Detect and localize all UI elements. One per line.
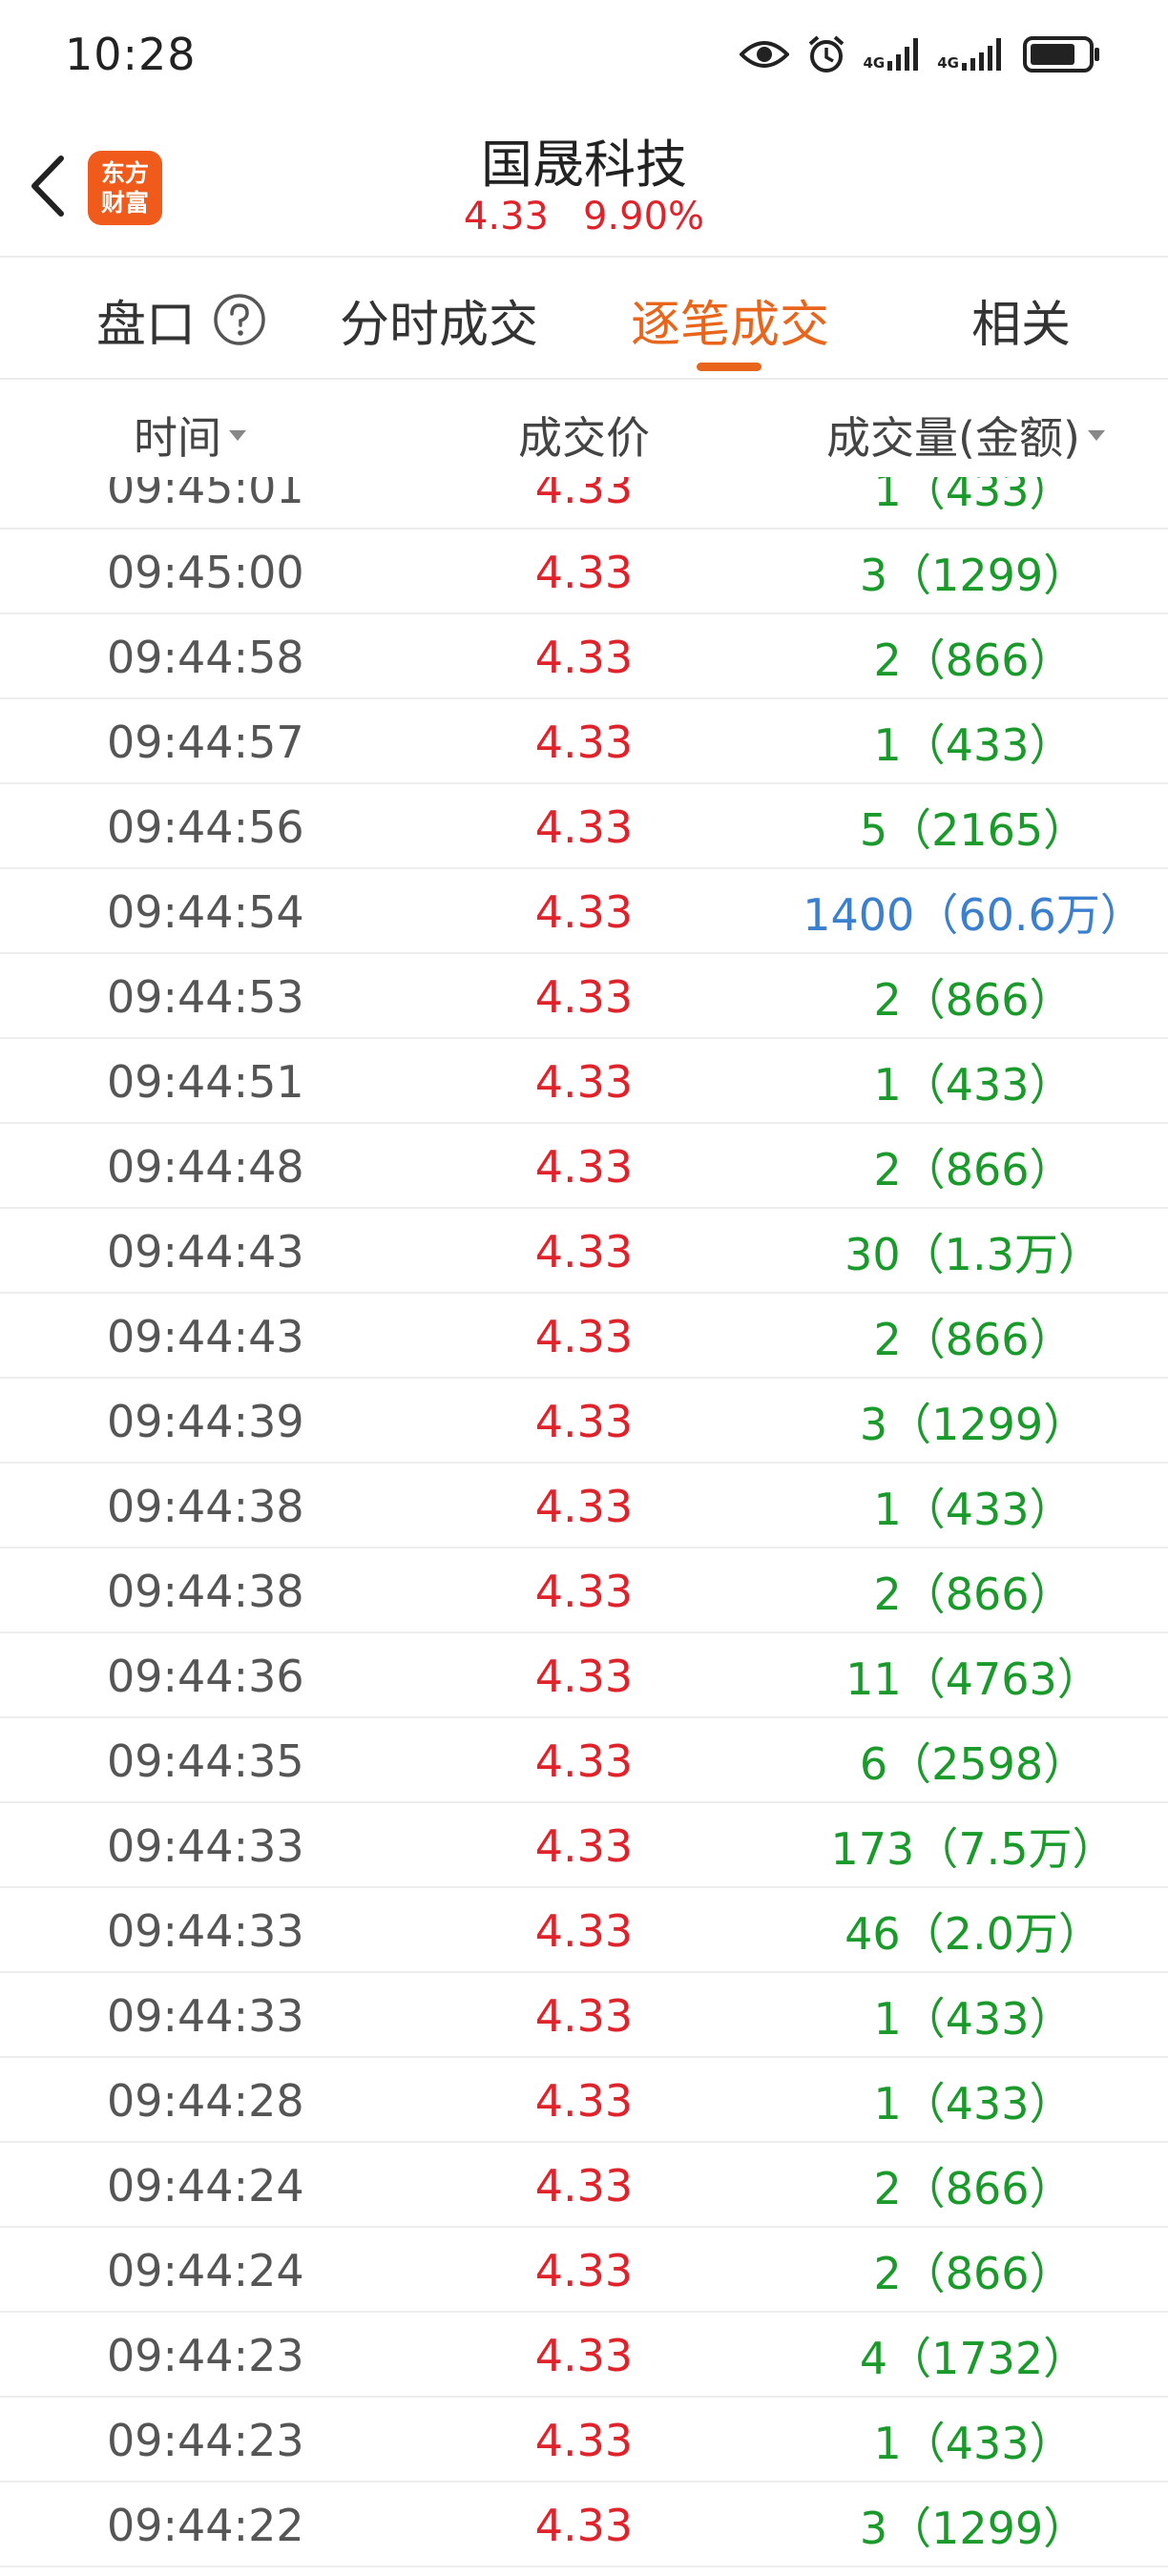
table-row: 09:44:28 4.33 1（433）: [0, 2058, 1168, 2143]
quote: 4.33 9.90%: [0, 195, 1168, 239]
status-icons: 4G 4G: [739, 32, 1102, 76]
network-type-label: 4G: [863, 54, 886, 72]
trade-volume: 1（433）: [873, 2417, 1074, 2469]
trade-volume: 30（1.3万）: [845, 1228, 1102, 1280]
table-row: 09:44:54 4.33 1400（60.6万）: [0, 869, 1168, 954]
table-row: 09:44:39 4.33 3（1299）: [0, 1379, 1168, 1464]
table-row: 09:44:24 4.33 2（866）: [0, 2143, 1168, 2228]
table-row: 09:44:53 4.33 2（866）: [0, 954, 1168, 1039]
sort-down-icon: [1087, 429, 1105, 441]
top-bar: 东方 财富 国晟科技 4.33 9.90%: [0, 105, 1168, 258]
trade-volume: 11（4763）: [845, 1652, 1101, 1705]
active-tab-indicator: [697, 363, 761, 371]
signal-1: 4G: [864, 38, 921, 71]
tab-label: 逐笔成交: [630, 296, 829, 354]
trade-volume: 1（433）: [873, 1483, 1074, 1535]
trade-volume: 2（866）: [873, 634, 1074, 686]
trade-volume: 2（866）: [873, 1568, 1074, 1620]
trade-volume: 2（866）: [873, 2247, 1074, 2299]
tab-label: 盘口: [95, 296, 196, 354]
tab-related[interactable]: 相关: [916, 260, 1126, 380]
network-type-label: 4G: [937, 54, 959, 72]
trade-volume: 3（1299）: [859, 1398, 1088, 1450]
table-row: 09:44:38 4.33 2（866）: [0, 1548, 1168, 1633]
tab-label: 相关: [970, 296, 1071, 354]
trade-volume: 5（2165）: [859, 803, 1088, 856]
trade-volume: 6（2598）: [859, 1737, 1088, 1790]
table-row: 09:44:22 4.33 3（1299）: [0, 2483, 1168, 2567]
trade-volume: 2（866）: [873, 973, 1074, 1026]
trade-volume: 1（433）: [873, 1992, 1074, 2045]
tab-minute-trades[interactable]: 分时成交: [324, 260, 553, 380]
help-icon[interactable]: [213, 293, 266, 346]
trade-volume: 2（866）: [873, 1143, 1074, 1195]
trade-volume: 3（1299）: [859, 549, 1088, 601]
battery-icon: [1023, 35, 1101, 73]
table-row: 09:44:33 4.33 173（7.5万）: [0, 1803, 1168, 1888]
tab-bar: 盘口 分时成交 逐笔成交 相关: [0, 260, 1168, 380]
status-bar: 10:28 4G 4G: [0, 0, 1168, 105]
table-row: 09:44:43 4.33 30（1.3万）: [0, 1209, 1168, 1294]
trade-volume: 1（433）: [873, 2077, 1074, 2129]
table-row: 09:44:56 4.33 5（2165）: [0, 784, 1168, 869]
tab-order-book[interactable]: 盘口: [57, 260, 305, 380]
trade-volume: 2（866）: [873, 2162, 1074, 2214]
stock-price: 4.33: [463, 195, 549, 239]
table-row: 09:44:23 4.33 4（1732）: [0, 2313, 1168, 2398]
trade-volume: 4（1732）: [859, 2332, 1088, 2384]
table-row: 09:44:33 4.33 1（433）: [0, 1973, 1168, 2058]
table-row: 09:44:36 4.33 11（4763）: [0, 1633, 1168, 1718]
trade-volume: 173（7.5万）: [830, 1822, 1116, 1875]
table-row: 09:44:38 4.33 1（433）: [0, 1464, 1168, 1548]
trade-volume: 1400（60.6万）: [803, 888, 1144, 941]
signal-bars-icon: [962, 38, 1001, 71]
signal-bars-icon: [887, 38, 919, 71]
table-row: 09:45:00 4.33 3（1299）: [0, 530, 1168, 614]
table-row: 09:44:51 4.33 1（433）: [0, 1039, 1168, 1124]
stock-name: 国晟科技: [481, 135, 687, 195]
trade-volume: 1（433）: [873, 477, 1074, 516]
eye-icon: [739, 37, 789, 72]
trade-volume: 46（2.0万）: [845, 1907, 1102, 1960]
table-row: 09:44:58 4.33 2（866）: [0, 614, 1168, 699]
trade-volume: 1（433）: [873, 1058, 1074, 1111]
trade-volume: 1（433）: [873, 718, 1074, 771]
status-time: 10:28: [65, 29, 197, 80]
trade-volume: 2（866）: [873, 1313, 1074, 1365]
table-row: 09:44:23 4.33 1（433）: [0, 2398, 1168, 2483]
trade-volume: 3（1299）: [859, 2502, 1088, 2554]
table-row: 09:44:35 4.33 6（2598）: [0, 1718, 1168, 1803]
stock-change-pct: 9.90%: [582, 195, 705, 239]
trade-list[interactable]: 09:45:01 4.33 1（433） 09:45:00 4.33 3（1299） 09:…: [0, 477, 1168, 2576]
signal-2: 4G: [937, 38, 1006, 71]
alarm-icon: [806, 34, 846, 74]
table-row: 09:44:57 4.33 1（433）: [0, 699, 1168, 784]
column-header: 时间 成交价 成交量(金额): [0, 382, 1168, 488]
col-volume-label: 成交量(金额): [826, 412, 1080, 464]
table-row: 09:44:48 4.33 2（866）: [0, 1124, 1168, 1209]
col-price-label: 成交价: [518, 412, 650, 464]
table-row: 09:44:24 4.33 2（866）: [0, 2228, 1168, 2313]
table-row: 09:44:43 4.33 2（866）: [0, 1294, 1168, 1379]
tab-label: 分时成交: [339, 296, 538, 354]
table-row: 09:45:01 4.33 1（433）: [0, 477, 1168, 530]
col-volume-header[interactable]: 成交量(金额): [826, 382, 1105, 488]
table-row: 09:44:33 4.33 46（2.0万）: [0, 1888, 1168, 1973]
